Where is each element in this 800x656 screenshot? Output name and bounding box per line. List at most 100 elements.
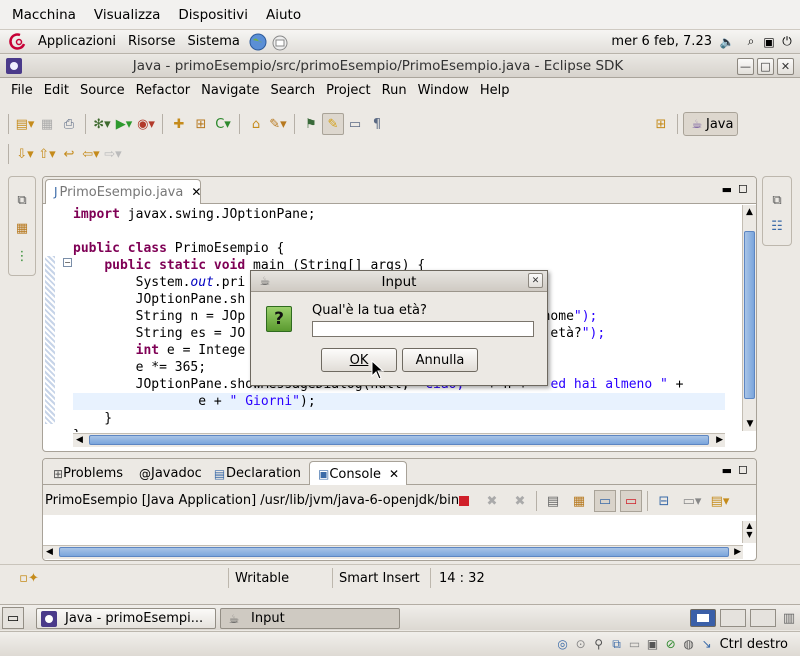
usb-icon[interactable]: ⚲ (590, 635, 608, 653)
tab-declaration[interactable]: ▤ Declaration (205, 461, 309, 486)
tab-problems[interactable]: ⊞ Problems (45, 461, 131, 486)
task-eclipse[interactable]: Java - primoEsempi... (36, 608, 216, 629)
maximize-button[interactable]: □ (757, 57, 774, 75)
forward-icon[interactable]: ⇨▾ (102, 143, 124, 165)
horizontal-scroll-thumb[interactable] (89, 435, 709, 445)
new-package-icon[interactable]: ⊞ (190, 113, 212, 135)
dialog-titlebar[interactable]: ☕ Input ✕ (251, 271, 547, 292)
scroll-up-icon[interactable]: ▲ (743, 207, 756, 217)
minimize-view-icon[interactable]: ▬ (722, 183, 732, 196)
host-key-arrow-icon[interactable]: ↘ (698, 635, 716, 653)
workspace-3[interactable] (750, 609, 776, 627)
search-tool-icon[interactable]: ✎▾ (267, 113, 289, 135)
virtualization-icon[interactable]: ⊘ (662, 635, 680, 653)
volume-icon[interactable]: 🔈 (718, 33, 736, 51)
code-line[interactable]: } (73, 410, 725, 427)
open-perspective-icon[interactable]: ⊞ (650, 113, 672, 135)
back-icon[interactable]: ⇦▾ (80, 143, 102, 165)
scroll-right-icon[interactable]: ▶ (734, 547, 741, 557)
workspace-2[interactable] (720, 609, 746, 627)
code-line[interactable] (73, 223, 725, 240)
terminate-icon[interactable] (453, 490, 475, 512)
search-icon[interactable]: ⌕ (742, 33, 760, 51)
dialog-close-button[interactable]: ✕ (528, 273, 543, 288)
console-vertical-scrollbar[interactable]: ▲ ▼ (742, 521, 756, 543)
hierarchy-icon[interactable]: ⋮ (11, 245, 33, 267)
mail-icon[interactable] (270, 32, 290, 52)
network-icon[interactable]: ▣ (760, 33, 778, 51)
code-line[interactable]: public class PrimoEsempio { (73, 240, 725, 257)
editor-tab[interactable]: J PrimoEsempio.java ✕ (45, 179, 201, 204)
maximize-view-icon[interactable]: ◻ (738, 181, 748, 195)
show-whitespace-icon[interactable]: ¶ (366, 113, 388, 135)
new-icon[interactable]: ▤▾ (14, 113, 36, 135)
menu-search[interactable]: Search (270, 83, 315, 98)
next-annotation-icon[interactable]: ⇩▾ (14, 143, 36, 165)
cd-icon[interactable]: ⊙ (572, 635, 590, 653)
fast-view-icon[interactable]: ▫✦ (18, 567, 40, 589)
save-icon[interactable]: ▦ (36, 113, 58, 135)
scroll-left-icon[interactable]: ◀ (76, 435, 83, 445)
trash-icon[interactable]: ▥ (778, 607, 800, 629)
mouse-integration-icon[interactable]: ◍ (680, 635, 698, 653)
workspace-switcher[interactable] (690, 609, 716, 627)
close-tab-icon[interactable]: ✕ (389, 467, 399, 481)
network-adapter-icon[interactable]: ⧉ (608, 635, 626, 653)
block-selection-icon[interactable]: ▭ (344, 113, 366, 135)
panel-menu-risorse[interactable]: Risorse (128, 34, 176, 49)
minimize-view-icon[interactable]: ▬ (722, 464, 732, 477)
restore-icon[interactable]: ⧉ (766, 189, 788, 211)
open-console-icon[interactable]: ▤▾ (709, 490, 731, 512)
menu-help[interactable]: Help (480, 83, 510, 98)
window-titlebar[interactable]: Java - primoEsempio/src/primoEsempio/Pri… (0, 55, 800, 78)
hard-disk-icon[interactable]: ◎ (554, 635, 572, 653)
debian-logo-icon[interactable] (8, 32, 28, 52)
print-icon[interactable]: ⎙ (58, 113, 80, 135)
previous-annotation-icon[interactable]: ⇧▾ (36, 143, 58, 165)
cancel-button[interactable]: Annulla (402, 348, 478, 372)
fold-icon[interactable]: − (63, 258, 72, 267)
power-icon[interactable]: ⏻ (778, 33, 796, 51)
display-icon[interactable]: ▣ (644, 635, 662, 653)
perspective-java-button[interactable]: ☕ Java (683, 112, 739, 136)
vm-menu-visualizza[interactable]: Visualizza (94, 7, 161, 23)
vertical-scroll-thumb[interactable] (744, 231, 755, 399)
scroll-lock-icon[interactable]: ▦ (568, 490, 590, 512)
tab-javadoc[interactable]: @ Javadoc (131, 461, 205, 486)
minimize-button[interactable]: — (737, 57, 754, 75)
mark-occurrences-icon[interactable]: ✎ (322, 113, 344, 135)
editor-horizontal-scrollbar[interactable]: ◀ ▶ (73, 433, 725, 447)
new-class-icon[interactable]: C▾ (212, 113, 234, 135)
vm-menu-dispositivi[interactable]: Dispositivi (178, 7, 248, 23)
restore-icon[interactable]: ⧉ (11, 189, 33, 211)
scroll-up-icon[interactable]: ▲ (743, 521, 756, 530)
panel-menu-applicazioni[interactable]: Applicazioni (38, 34, 116, 49)
show-on-stdout-icon[interactable]: ▭ (594, 490, 616, 512)
task-input[interactable]: ☕ Input (220, 608, 400, 629)
outline-icon[interactable]: ☷ (766, 215, 788, 237)
close-tab-icon[interactable]: ✕ (191, 185, 201, 199)
code-line[interactable]: } (73, 427, 725, 432)
debug-icon[interactable]: ✻▾ (91, 113, 113, 135)
vm-menu-aiuto[interactable]: Aiuto (266, 7, 301, 23)
menu-run[interactable]: Run (382, 83, 407, 98)
menu-window[interactable]: Window (418, 83, 469, 98)
menu-file[interactable]: File (11, 83, 33, 98)
panel-menu-sistema[interactable]: Sistema (187, 34, 239, 49)
code-line[interactable]: e + " Giorni"); (73, 393, 725, 410)
dialog-input-field[interactable] (312, 321, 534, 337)
scroll-down-icon[interactable]: ▼ (743, 530, 756, 539)
run-icon[interactable]: ▶▾ (113, 113, 135, 135)
scroll-right-icon[interactable]: ▶ (716, 435, 723, 445)
clear-console-icon[interactable]: ▤ (542, 490, 564, 512)
last-edit-icon[interactable]: ↩ (58, 143, 80, 165)
scroll-left-icon[interactable]: ◀ (46, 547, 53, 557)
remove-launch-icon[interactable]: ✖ (481, 490, 503, 512)
menu-navigate[interactable]: Navigate (201, 83, 259, 98)
toggle-ant-icon[interactable]: ⚑ (300, 113, 322, 135)
display-console-icon[interactable]: ▭▾ (681, 490, 703, 512)
ok-button[interactable]: OK (321, 348, 397, 372)
shared-folder-icon[interactable]: ▭ (626, 635, 644, 653)
web-browser-icon[interactable] (248, 32, 268, 52)
console-horizontal-scrollbar[interactable]: ◀ ▶ (43, 545, 743, 559)
